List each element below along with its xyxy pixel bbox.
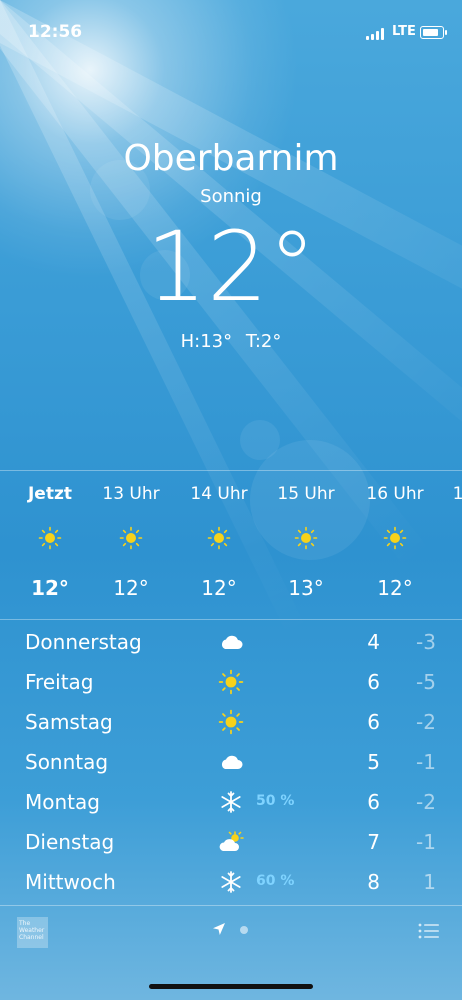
day-high: 7 — [367, 830, 380, 854]
day-high: 8 — [367, 870, 380, 894]
hour-label: 14 Uhr — [190, 484, 248, 504]
current-condition: Sonnig — [200, 186, 262, 207]
day-low: -3 — [416, 630, 436, 654]
hour-temp: 13° — [288, 576, 324, 600]
hour-temp: 12° — [31, 576, 69, 600]
day-name: Montag — [25, 790, 100, 814]
bottom-toolbar: The Weather Channel — [0, 906, 462, 1000]
day-low: -1 — [416, 750, 436, 774]
daily-row: Samstag 6 -2 — [0, 702, 462, 742]
sun-icon — [119, 526, 143, 550]
day-high: 6 — [367, 710, 380, 734]
sun-icon — [294, 526, 318, 550]
day-name: Freitag — [25, 670, 94, 694]
daily-row: Montag 50 % 6 -2 — [0, 782, 462, 822]
status-bar: 12:56 LTE — [0, 22, 462, 46]
precipitation: 50 % — [256, 793, 295, 809]
day-high: 5 — [367, 750, 380, 774]
day-high: 6 — [367, 670, 380, 694]
partly-cloudy-icon — [219, 831, 244, 851]
sun-icon — [218, 709, 244, 735]
day-high: 6 — [367, 790, 380, 814]
sun-icon — [207, 526, 231, 550]
sun-icon — [38, 526, 62, 550]
low-temp: T:2° — [245, 331, 282, 352]
location-name: Oberbarnim — [123, 138, 339, 179]
hourly-forecast[interactable]: Jetzt 12° 13 Uhr 12° 14 Uhr 12° 15 Uhr 1… — [0, 470, 462, 620]
day-low: -5 — [416, 670, 436, 694]
day-name: Donnerstag — [25, 630, 142, 654]
hour-label: Jetzt — [27, 484, 72, 504]
network-type: LTE — [392, 24, 416, 39]
status-time: 12:56 — [28, 22, 83, 42]
sun-icon — [218, 669, 244, 695]
cloud-icon — [221, 755, 243, 769]
snowflake-icon — [221, 791, 241, 813]
signal-icon — [366, 28, 386, 40]
hour-temp: 12° — [201, 576, 237, 600]
day-name: Samstag — [25, 710, 113, 734]
daily-row: Mittwoch 60 % 8 1 — [0, 862, 462, 902]
cloud-icon — [221, 635, 243, 649]
page-indicator-dot[interactable] — [240, 926, 248, 934]
location-arrow-icon[interactable] — [212, 922, 226, 936]
hour-label: 13 Uhr — [102, 484, 160, 504]
day-name: Sonntag — [25, 750, 109, 774]
day-low: 1 — [423, 870, 436, 894]
weather-channel-logo[interactable]: The Weather Channel — [17, 917, 48, 948]
hour-temp: 12° — [113, 576, 149, 600]
day-low: -1 — [416, 830, 436, 854]
daily-row: Dienstag 7 -1 — [0, 822, 462, 862]
day-low: -2 — [416, 710, 436, 734]
daily-row: Donnerstag 4 -3 — [0, 622, 462, 662]
precipitation: 60 % — [256, 873, 295, 889]
day-name: Mittwoch — [25, 870, 116, 894]
high-low: H:13° T:2° — [0, 331, 462, 352]
sun-icon — [383, 526, 407, 550]
day-name: Dienstag — [25, 830, 115, 854]
day-high: 4 — [367, 630, 380, 654]
high-temp: H:13° — [180, 331, 233, 352]
daily-row: Freitag 6 -5 — [0, 662, 462, 702]
home-indicator[interactable] — [149, 984, 313, 989]
hour-label: 15 Uhr — [277, 484, 335, 504]
list-icon[interactable] — [418, 922, 440, 940]
weather-screen: 12:56 LTE Oberbarnim Sonnig 12° H:13° T:… — [0, 0, 462, 1000]
hour-temp: 12° — [377, 576, 413, 600]
divider — [0, 619, 462, 620]
daily-row: Sonntag 5 -1 — [0, 742, 462, 782]
hour-label: 1 — [452, 484, 462, 504]
day-low: -2 — [416, 790, 436, 814]
battery-icon — [420, 26, 447, 39]
snowflake-icon — [221, 871, 241, 893]
current-temperature: 12° — [145, 211, 317, 323]
